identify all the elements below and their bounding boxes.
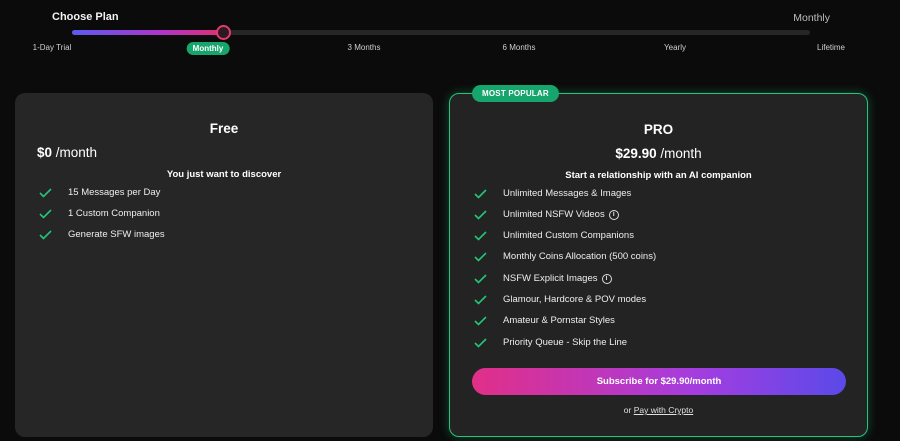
selected-plan-label: Monthly <box>793 12 830 24</box>
plan-stop-yearly[interactable]: Yearly <box>664 43 686 52</box>
feature-item: 1 Custom Companion <box>39 208 160 219</box>
crypto-prefix: or <box>623 405 632 415</box>
feature-item: 15 Messages per Day <box>39 187 160 198</box>
feature-label: Generate SFW images <box>68 229 165 240</box>
check-icon <box>39 208 52 219</box>
plan-stop-3-months[interactable]: 3 Months <box>348 43 381 52</box>
feature-label: 15 Messages per Day <box>68 187 161 198</box>
feature-item: Amateur & Pornstar Styles <box>474 315 615 326</box>
check-icon <box>474 251 487 262</box>
feature-label: Priority Queue - Skip the Line <box>503 337 628 348</box>
free-price-period: /month <box>55 145 98 160</box>
pro-plan-tagline: Start a relationship with an AI companio… <box>565 170 752 181</box>
info-icon[interactable]: i <box>608 209 619 220</box>
info-icon[interactable]: i <box>601 273 612 284</box>
feature-label: 1 Custom Companion <box>68 208 160 219</box>
free-plan-card[interactable]: Free $0 /month You just want to discover… <box>15 93 433 437</box>
free-price-amount: $0 <box>37 145 53 160</box>
feature-label: Glamour, Hardcore & POV modes <box>503 294 647 305</box>
feature-label: NSFW Explicit Images <box>503 273 598 284</box>
free-plan-title: Free <box>209 121 239 136</box>
check-icon <box>39 229 52 240</box>
check-icon <box>474 294 487 305</box>
plan-slider-track[interactable] <box>72 25 810 40</box>
check-icon <box>474 230 487 241</box>
feature-item: Monthly Coins Allocation (500 coins) <box>474 251 656 262</box>
check-icon <box>474 337 487 348</box>
free-plan-tagline: You just want to discover <box>166 169 282 180</box>
check-icon <box>474 188 487 199</box>
most-popular-badge: MOST POPULAR <box>472 85 559 102</box>
pro-plan-card[interactable]: PRO $29.90 /month Start a relationship w… <box>449 93 868 437</box>
plan-slider-fill <box>72 30 224 35</box>
plan-selector: Choose Plan Monthly 1-Day Trial Monthly … <box>0 0 900 70</box>
feature-label: Unlimited NSFW Videos <box>503 209 605 220</box>
feature-item: Generate SFW images <box>39 229 165 240</box>
feature-item: Priority Queue - Skip the Line <box>474 337 627 348</box>
plan-stop-1-day-trial[interactable]: 1-Day Trial <box>33 43 72 52</box>
check-icon <box>474 209 487 220</box>
feature-item: Unlimited Custom Companions <box>474 230 634 241</box>
check-icon <box>474 315 487 326</box>
check-icon <box>39 187 52 198</box>
pro-plan-title: PRO <box>643 122 674 137</box>
feature-item: Glamour, Hardcore & POV modes <box>474 294 646 305</box>
plan-stop-lifetime[interactable]: Lifetime <box>817 43 845 52</box>
choose-plan-title: Choose Plan <box>52 11 119 23</box>
subscribe-button[interactable]: Subscribe for $29.90/month <box>472 368 846 395</box>
crypto-payment-row: or Pay with Crypto <box>450 405 867 415</box>
feature-label: Unlimited Custom Companions <box>503 230 634 241</box>
feature-item: Unlimited NSFW Videos i <box>474 209 619 220</box>
feature-label: Unlimited Messages & Images <box>503 188 632 199</box>
feature-item: NSFW Explicit Images i <box>474 273 612 284</box>
feature-label: Amateur & Pornstar Styles <box>503 315 615 326</box>
feature-item: Unlimited Messages & Images <box>474 188 631 199</box>
pro-price-amount: $29.90 <box>615 146 657 161</box>
feature-label: Monthly Coins Allocation (500 coins) <box>503 251 657 262</box>
free-plan-price: $0 /month <box>37 145 97 160</box>
check-icon <box>474 273 487 284</box>
plan-stop-6-months[interactable]: 6 Months <box>503 43 536 52</box>
pay-with-crypto-link[interactable]: Pay with Crypto <box>634 405 694 415</box>
plan-slider-thumb[interactable] <box>216 25 231 40</box>
pro-plan-price: $29.90 /month <box>450 146 867 161</box>
plan-stop-monthly[interactable]: Monthly <box>186 42 230 55</box>
pro-price-period: /month <box>660 146 702 161</box>
